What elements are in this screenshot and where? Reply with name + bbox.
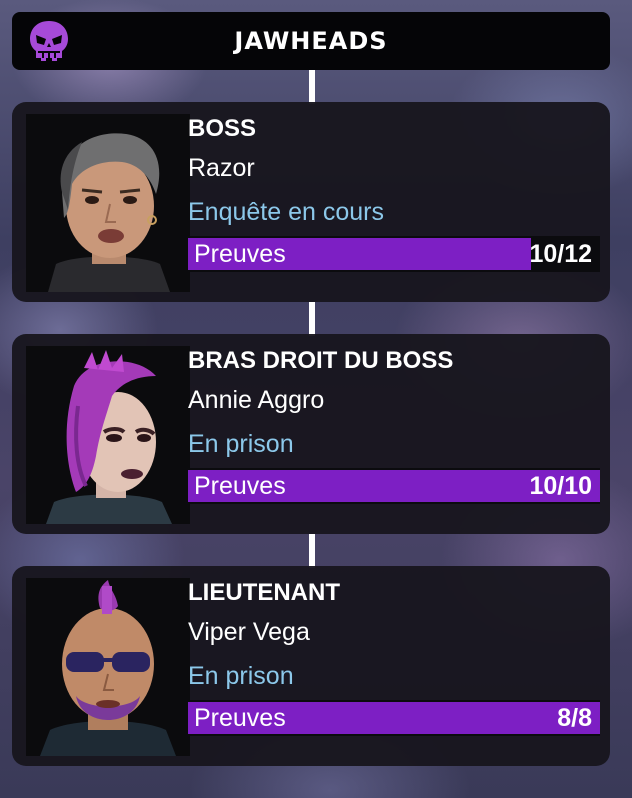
- member-status: En prison: [188, 430, 294, 458]
- member-name: Razor: [188, 154, 255, 182]
- annie-aggro-portrait: [26, 346, 190, 524]
- viper-vega-portrait: [26, 578, 190, 756]
- evidence-count: 8/8: [557, 704, 592, 732]
- gang-header: JAWHEADS: [12, 12, 610, 70]
- evidence-label: Preuves: [194, 704, 286, 732]
- connector-line: [309, 302, 315, 336]
- connector-line: [309, 534, 315, 568]
- razor-portrait: [26, 114, 190, 292]
- evidence-label: Preuves: [194, 240, 286, 268]
- gang-title: JAWHEADS: [234, 27, 388, 55]
- member-name: Annie Aggro: [188, 386, 325, 414]
- evidence-label: Preuves: [194, 472, 286, 500]
- evidence-progress-bar: Preuves 8/8: [188, 700, 600, 736]
- member-card-lieutenant[interactable]: LIEUTENANT Viper Vega En prison Preuves …: [12, 566, 610, 766]
- member-card-boss[interactable]: BOSS Razor Enquête en cours Preuves 10/1…: [12, 102, 610, 302]
- evidence-count: 10/10: [529, 472, 592, 500]
- evidence-count: 10/12: [529, 240, 592, 268]
- member-name: Viper Vega: [188, 618, 310, 646]
- evidence-progress-bar: Preuves 10/12: [188, 236, 600, 272]
- connector-line: [309, 70, 315, 104]
- evidence-progress-bar: Preuves 10/10: [188, 468, 600, 504]
- member-role: LIEUTENANT: [188, 579, 340, 606]
- member-role: BRAS DROIT DU BOSS: [188, 347, 454, 374]
- member-status: En prison: [188, 662, 294, 690]
- member-role: BOSS: [188, 115, 257, 142]
- member-status: Enquête en cours: [188, 198, 384, 226]
- purple-skull-icon: [30, 21, 68, 61]
- member-card-right-hand[interactable]: BRAS DROIT DU BOSS Annie Aggro En prison…: [12, 334, 610, 534]
